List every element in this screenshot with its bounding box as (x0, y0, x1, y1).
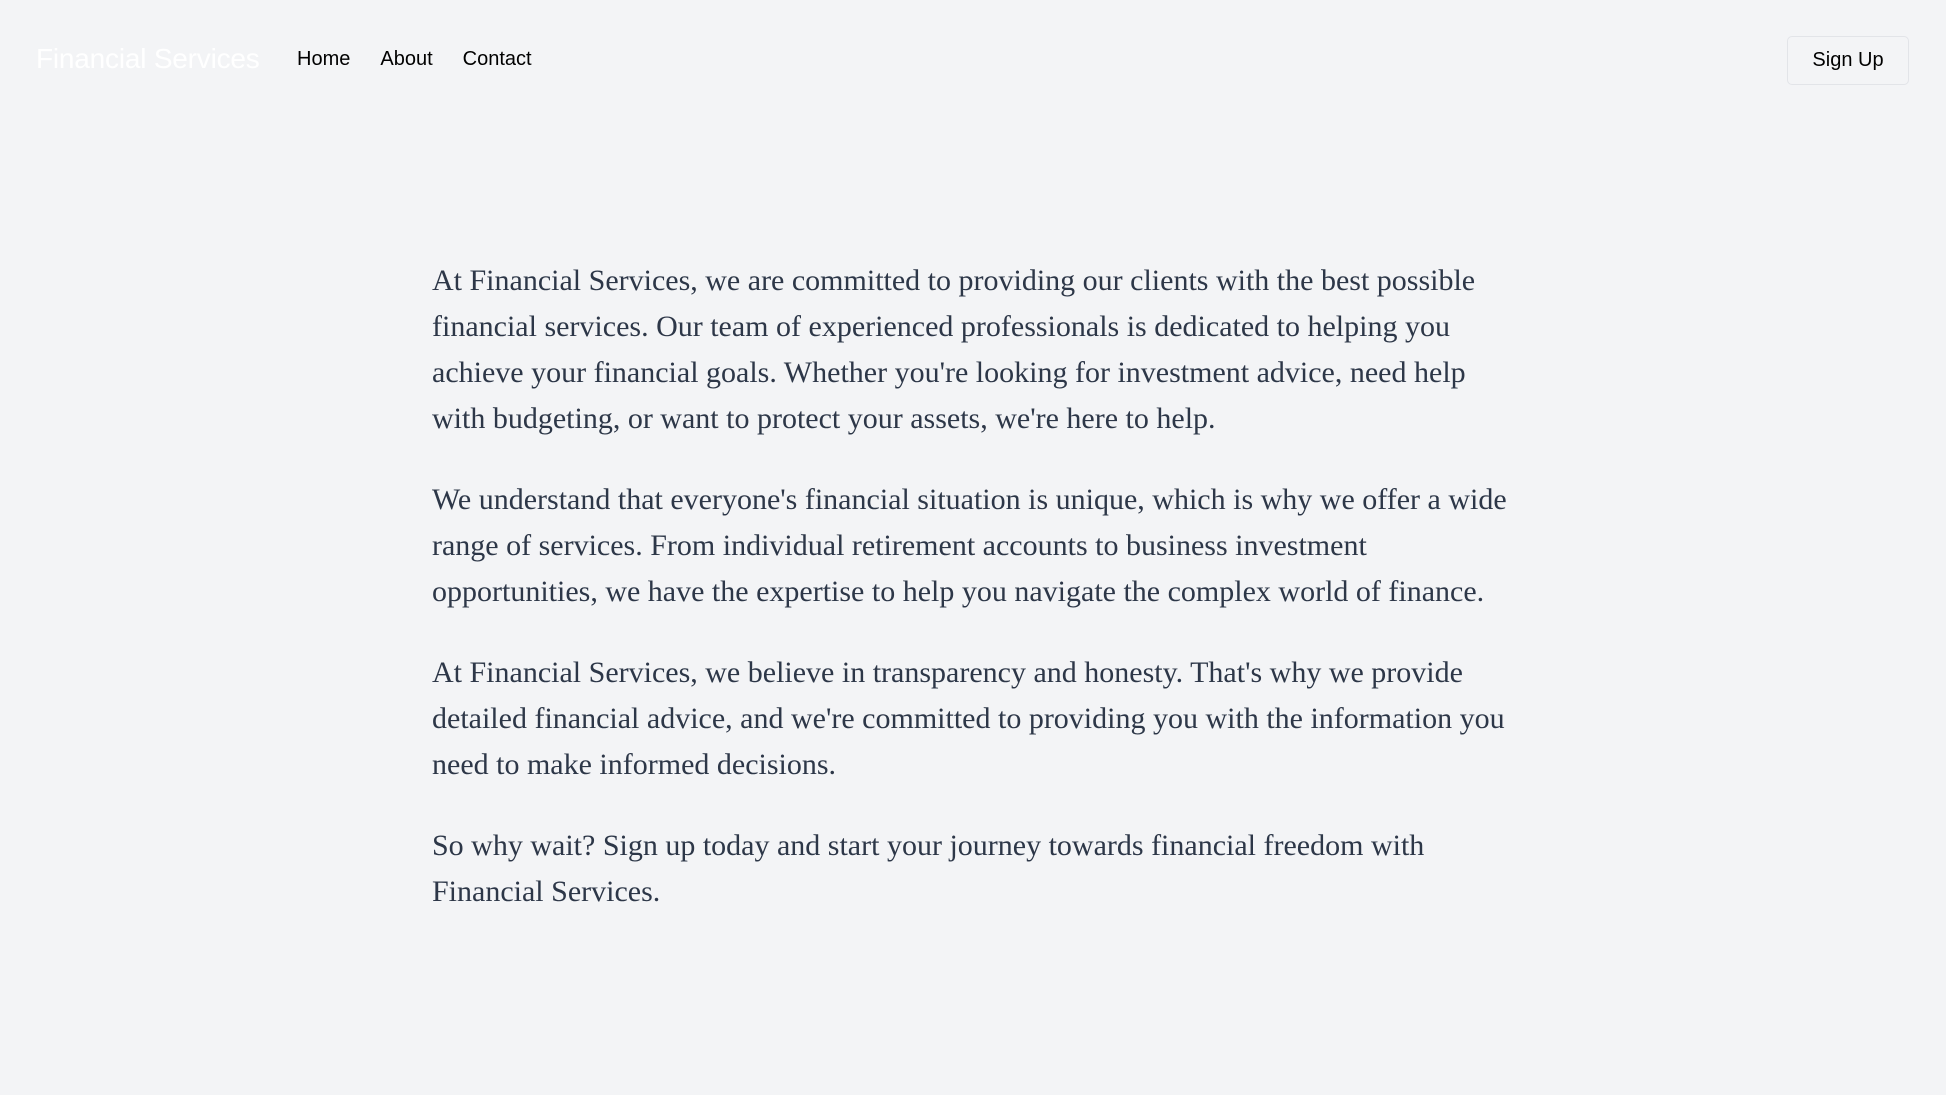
paragraph-intro: At Financial Services, we are committed … (432, 264, 1476, 435)
paragraph-call-to-action: So why wait? Sign up today and start you… (432, 829, 1425, 908)
sign-up-button[interactable]: Sign Up (1787, 36, 1909, 85)
paragraph-transparency: At Financial Services, we believe in tra… (432, 656, 1505, 781)
nav-link-home[interactable]: Home (297, 44, 350, 74)
nav-links: Home About Contact (297, 44, 562, 74)
paragraph-services: We understand that everyone's financial … (432, 483, 1507, 608)
nav-link-about[interactable]: About (380, 44, 432, 74)
brand-logo-link[interactable]: Financial Services (36, 40, 260, 78)
top-navigation: Financial Services Home About Contact Si… (0, 0, 1946, 118)
nav-link-contact[interactable]: Contact (463, 44, 532, 74)
main-content: At Financial Services, we are committed … (432, 258, 1514, 950)
